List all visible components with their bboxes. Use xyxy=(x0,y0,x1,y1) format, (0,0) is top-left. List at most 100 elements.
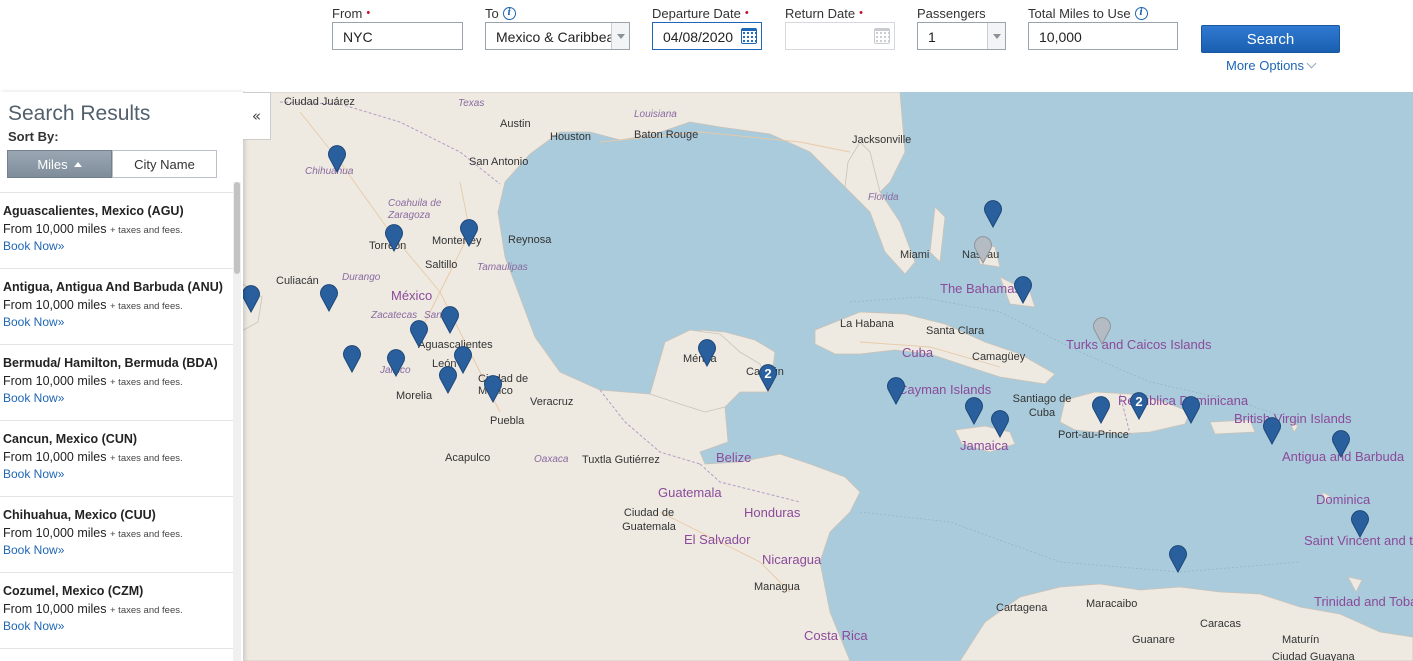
destination-pin[interactable] xyxy=(1350,510,1370,539)
result-fees: + taxes and fees. xyxy=(110,529,183,540)
destination-pin-inactive[interactable] xyxy=(973,236,993,265)
result-miles: From 10,000 miles + taxes and fees. xyxy=(3,374,233,388)
book-now-link[interactable]: Book Now» xyxy=(3,315,233,329)
departure-label: Departure Date xyxy=(652,5,741,21)
list-item: Aguascalientes, Mexico (AGU) From 10,000… xyxy=(0,193,233,269)
from-input[interactable]: NYC xyxy=(332,22,463,50)
destination-pin[interactable] xyxy=(983,200,1003,229)
sort-city-button[interactable]: City Name xyxy=(112,150,217,178)
map-label-country: The Bahamas xyxy=(940,281,1021,296)
map-label-city: Baton Rouge xyxy=(634,129,699,141)
result-miles: From 10,000 miles + taxes and fees. xyxy=(3,450,233,464)
collapse-panel-button[interactable]: « xyxy=(243,92,271,140)
map-label-city: Culiacán xyxy=(276,275,319,287)
map-label-state: Coahuila de Zaragoza xyxy=(388,198,442,221)
to-field: To i xyxy=(485,4,516,22)
return-date-input[interactable] xyxy=(785,22,895,50)
map-label-city: Veracruz xyxy=(530,396,574,408)
miles-field: Total Miles to Use i xyxy=(1028,4,1148,22)
map-label-country: Dominica xyxy=(1316,492,1371,507)
book-now-link[interactable]: Book Now» xyxy=(3,543,233,557)
required-marker: • xyxy=(859,7,863,19)
miles-input[interactable]: 10,000 xyxy=(1028,22,1178,50)
result-destination: Antigua, Antigua And Barbuda (ANU) xyxy=(3,280,223,294)
result-miles: From 10,000 miles + taxes and fees. xyxy=(3,298,233,312)
scrollbar-thumb[interactable] xyxy=(234,182,240,274)
destination-pin[interactable] xyxy=(1013,276,1033,305)
destination-pin[interactable] xyxy=(697,339,717,368)
list-item: Bermuda/ Hamilton, Bermuda (BDA) From 10… xyxy=(0,345,233,421)
destination-pin-cluster[interactable]: 2 xyxy=(758,364,778,393)
destination-pin[interactable] xyxy=(964,397,984,426)
destination-pin[interactable] xyxy=(886,377,906,406)
chevron-down-icon[interactable] xyxy=(987,23,1005,49)
sort-miles-button[interactable]: Miles xyxy=(7,150,112,178)
to-select-value: Mexico & Caribbean xyxy=(496,29,623,45)
map-label-city: Maracaibo xyxy=(1086,598,1138,610)
destination-pin[interactable] xyxy=(438,366,458,395)
info-icon[interactable]: i xyxy=(502,6,516,20)
map-label-city: Ciudad Juárez xyxy=(284,96,355,108)
destination-pin[interactable] xyxy=(459,219,479,248)
search-results-panel: Search Results Sort By: Miles City Name … xyxy=(0,92,243,661)
map-label-country: Belize xyxy=(716,450,752,465)
cluster-count: 2 xyxy=(1135,394,1143,409)
result-miles-value: From 10,000 miles xyxy=(3,602,107,616)
destination-pin-cluster[interactable]: 2 xyxy=(1129,392,1149,421)
destination-pin[interactable] xyxy=(990,410,1010,439)
miles-label: Total Miles to Use xyxy=(1028,5,1131,21)
sort-by-label: Sort By: xyxy=(8,129,59,144)
return-label: Return Date xyxy=(785,5,856,21)
destination-pin[interactable] xyxy=(342,345,362,374)
map-label-city: Ciudad Guayana xyxy=(1272,651,1355,661)
map-label-city: Acapulco xyxy=(445,452,491,464)
result-miles-value: From 10,000 miles xyxy=(3,450,107,464)
destination-pin[interactable] xyxy=(1262,417,1282,446)
book-now-link[interactable]: Book Now» xyxy=(3,619,233,633)
map-label-city: Austin xyxy=(500,118,531,130)
results-scrollbar[interactable] xyxy=(233,182,241,661)
destination-pin[interactable] xyxy=(241,285,261,314)
map-label-city: San Antonio xyxy=(469,156,529,168)
destination-pin[interactable] xyxy=(1091,396,1111,425)
map-label-state: Louisiana xyxy=(634,109,677,120)
map-label-country: Cayman Islands xyxy=(898,382,992,397)
to-select[interactable]: Mexico & Caribbean xyxy=(485,22,630,50)
book-now-link[interactable]: Book Now» xyxy=(3,467,233,481)
chevron-down-icon[interactable] xyxy=(611,23,629,49)
search-button[interactable]: Search xyxy=(1201,25,1340,53)
destination-pin[interactable] xyxy=(1331,430,1351,459)
destination-pin[interactable] xyxy=(319,284,339,313)
destination-pin[interactable] xyxy=(384,224,404,253)
more-options-link[interactable]: More Options xyxy=(1226,58,1317,73)
result-fees: + taxes and fees. xyxy=(110,225,183,236)
destination-pin[interactable] xyxy=(386,349,406,378)
destination-pin[interactable] xyxy=(327,145,347,174)
departure-date-input[interactable]: 04/08/2020 xyxy=(652,22,762,50)
map-label-city: Managua xyxy=(754,581,800,593)
passengers-select[interactable]: 1 xyxy=(917,22,1006,50)
map-label-city: Caracas xyxy=(1200,618,1241,630)
map-label-city: Santiago de Cuba xyxy=(1012,393,1072,419)
destination-pin[interactable] xyxy=(1168,545,1188,574)
destination-pin[interactable] xyxy=(483,375,503,404)
result-fees: + taxes and fees. xyxy=(110,377,183,388)
destination-pin-inactive[interactable] xyxy=(1092,317,1112,346)
map-label-country: Jamaica xyxy=(960,438,1009,453)
book-now-link[interactable]: Book Now» xyxy=(3,391,233,405)
info-icon[interactable]: i xyxy=(1134,6,1148,20)
calendar-icon[interactable] xyxy=(741,28,757,44)
result-miles: From 10,000 miles + taxes and fees. xyxy=(3,602,233,616)
destination-pin[interactable] xyxy=(440,306,460,335)
destination-pin[interactable] xyxy=(409,320,429,349)
map-label-city: Cartagena xyxy=(996,602,1048,614)
from-label: From xyxy=(332,5,363,21)
result-miles-value: From 10,000 miles xyxy=(3,526,107,540)
list-item: Cozumel, Mexico (CZM) From 10,000 miles … xyxy=(0,573,233,649)
passengers-value: 1 xyxy=(928,29,936,45)
result-fees: + taxes and fees. xyxy=(110,453,183,464)
map-label-city: Ciudad de Guatemala xyxy=(622,507,676,533)
calendar-icon[interactable] xyxy=(874,28,890,44)
destination-pin[interactable] xyxy=(1181,396,1201,425)
book-now-link[interactable]: Book Now» xyxy=(3,239,233,253)
